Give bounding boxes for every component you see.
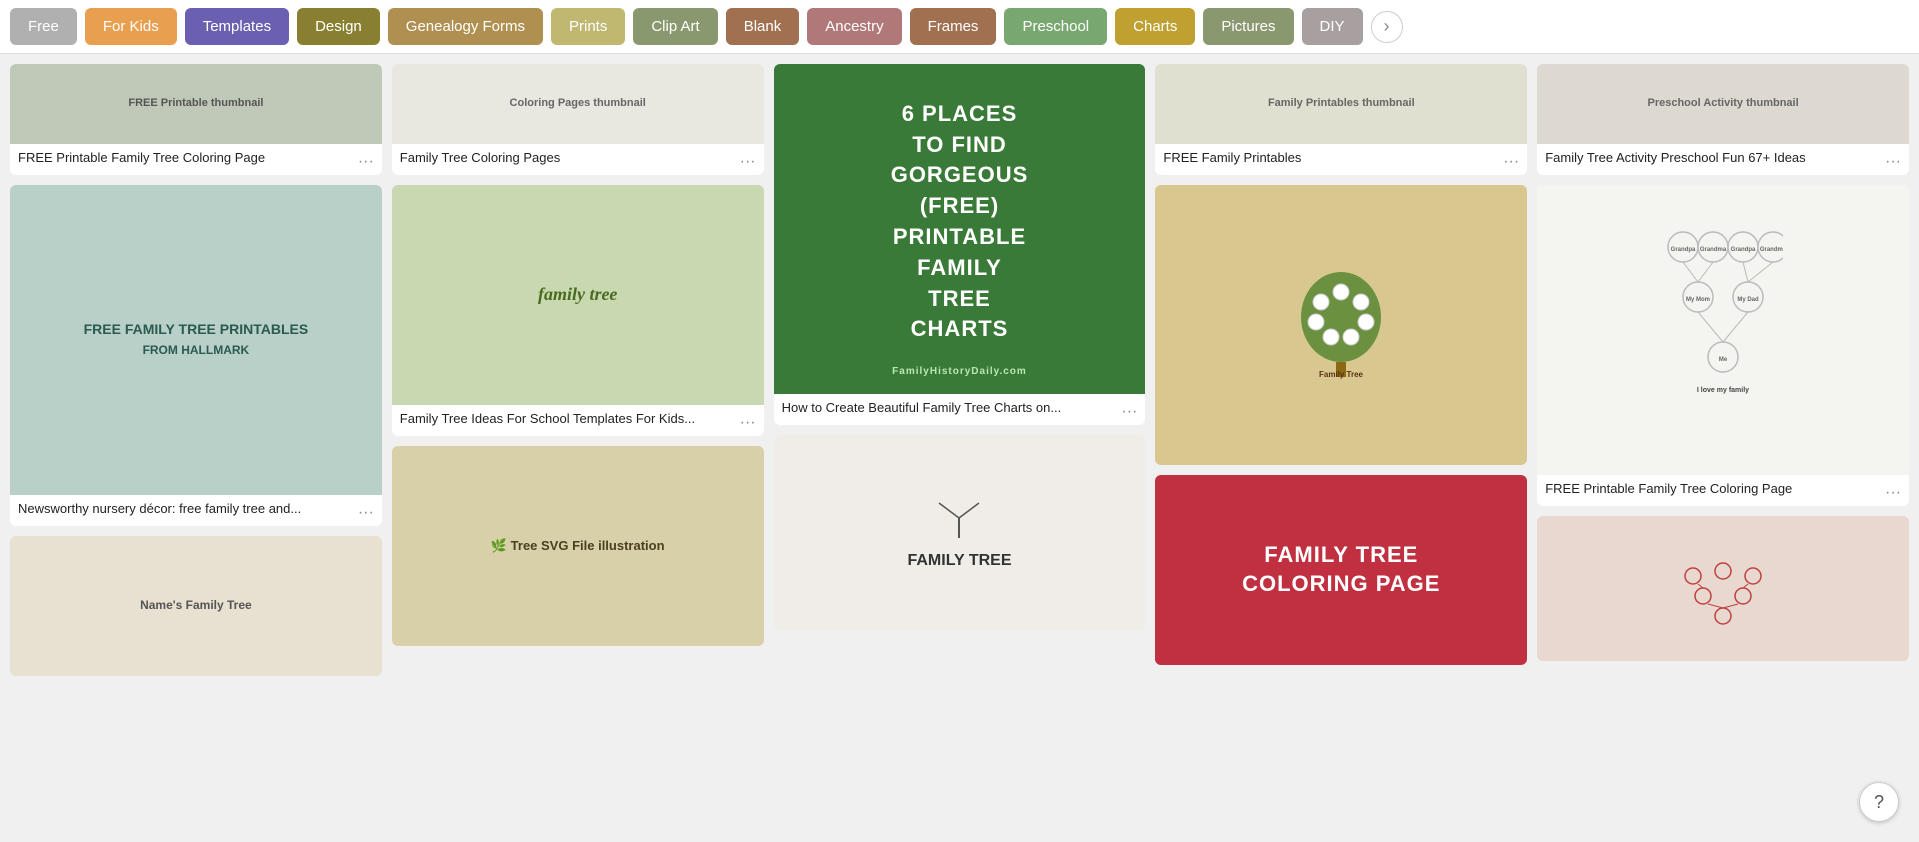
nav-next-chevron[interactable]: › xyxy=(1371,11,1403,43)
img-text-col3-item2: FAMILY TREE xyxy=(907,493,1011,573)
grid-item-col4-item1[interactable]: Family Printables thumbnail FREE Family … xyxy=(1155,64,1527,175)
site-label-col3: FamilyHistoryDaily.com xyxy=(892,365,1027,379)
nav-blank[interactable]: Blank xyxy=(726,8,800,45)
img-text-col2-item3: 🌿 Tree SVG File illustration xyxy=(491,537,665,555)
img-text-col4-item3: FAMILY TREECOLORING PAGE xyxy=(1227,526,1455,613)
nav-diy[interactable]: DIY xyxy=(1302,8,1363,45)
nav-ancestry[interactable]: Ancestry xyxy=(807,8,901,45)
img-placeholder-col4-item1: Family Printables thumbnail xyxy=(1268,96,1415,111)
dots-col4-item1[interactable]: ··· xyxy=(1503,152,1519,173)
grid-item-col1-item3[interactable]: Name's Family Tree xyxy=(10,536,382,676)
dots-col5-item2[interactable]: ··· xyxy=(1885,483,1901,504)
svg-text:Grandma: Grandma xyxy=(1700,247,1727,253)
nav-genealogy-forms[interactable]: Genealogy Forms xyxy=(388,8,543,45)
grid-item-col5-item2[interactable]: Grandpa Grandma Grandpa Grandma My Mom M… xyxy=(1537,185,1909,506)
svg-text:I love my family: I love my family xyxy=(1697,387,1749,394)
grid-item-col5-item1[interactable]: Preschool Activity thumbnail Family Tree… xyxy=(1537,64,1909,175)
grid-item-col2-item1[interactable]: Coloring Pages thumbnail Family Tree Col… xyxy=(392,64,764,175)
nav-templates[interactable]: Templates xyxy=(185,8,289,45)
grid-item-col2-item2[interactable]: family tree Family Tree Ideas For School… xyxy=(392,185,764,436)
img-text-col4-item2: Family Tree xyxy=(1281,252,1401,397)
caption-col3-item1: How to Create Beautiful Family Tree Char… xyxy=(774,394,1146,425)
image-grid: FREE Printable thumbnail FREE Printable … xyxy=(0,54,1919,686)
svg-text:My Mom: My Mom xyxy=(1686,297,1710,303)
grid-item-col4-item3[interactable]: FAMILY TREECOLORING PAGE xyxy=(1155,475,1527,665)
navigation-bar: Free For Kids Templates Design Genealogy… xyxy=(0,0,1919,54)
help-button[interactable]: ? xyxy=(1859,782,1899,822)
nav-free[interactable]: Free xyxy=(10,8,77,45)
img-text-col2-item2: family tree xyxy=(538,282,617,307)
dots-col1-item2[interactable]: ··· xyxy=(358,503,374,524)
grid-item-col1-item2[interactable]: FREE FAMILY TREE PRINTABLESFROM HALLMARK… xyxy=(10,185,382,526)
caption-col5-item1: Family Tree Activity Preschool Fun 67+ I… xyxy=(1537,144,1909,175)
nav-charts[interactable]: Charts xyxy=(1115,8,1195,45)
caption-col5-item2: FREE Printable Family Tree Coloring Page… xyxy=(1537,475,1909,506)
img-text-col5-item3 xyxy=(1673,536,1773,641)
svg-text:Grandpa: Grandpa xyxy=(1731,247,1756,253)
dots-col2-item1[interactable]: ··· xyxy=(740,152,756,173)
grid-item-col5-item3[interactable] xyxy=(1537,516,1909,661)
nav-design[interactable]: Design xyxy=(297,8,380,45)
svg-text:Me: Me xyxy=(1719,357,1728,363)
img-text-col3-item1: 6 PLACESTO FINDGORGEOUS(FREE)PRINTABLEFA… xyxy=(871,79,1049,365)
caption-col1-item1: FREE Printable Family Tree Coloring Page… xyxy=(10,144,382,175)
img-placeholder-col5-item1: Preschool Activity thumbnail xyxy=(1647,96,1798,111)
dots-col3-item1[interactable]: ··· xyxy=(1121,402,1137,423)
svg-text:Grandpa: Grandpa xyxy=(1671,247,1696,253)
caption-col2-item1: Family Tree Coloring Pages ··· xyxy=(392,144,764,175)
nav-clip-art[interactable]: Clip Art xyxy=(633,8,717,45)
grid-item-col3-item1[interactable]: 6 PLACESTO FINDGORGEOUS(FREE)PRINTABLEFA… xyxy=(774,64,1146,425)
img-text-col1-item2: FREE FAMILY TREE PRINTABLESFROM HALLMARK xyxy=(64,300,329,379)
nav-prints[interactable]: Prints xyxy=(551,8,625,45)
grid-item-col2-item3[interactable]: 🌿 Tree SVG File illustration xyxy=(392,446,764,646)
grid-item-col1-item1[interactable]: FREE Printable thumbnail FREE Printable … xyxy=(10,64,382,175)
img-placeholder-col2-item1: Coloring Pages thumbnail xyxy=(510,96,646,111)
svg-text:Family Tree: Family Tree xyxy=(1319,370,1364,379)
caption-col2-item2: Family Tree Ideas For School Templates F… xyxy=(392,405,764,436)
nav-pictures[interactable]: Pictures xyxy=(1203,8,1293,45)
dots-col2-item2[interactable]: ··· xyxy=(740,413,756,434)
svg-text:Grandma: Grandma xyxy=(1760,247,1783,253)
grid-item-col4-item2[interactable]: Family Tree xyxy=(1155,185,1527,465)
nav-preschool[interactable]: Preschool xyxy=(1004,8,1107,45)
img-placeholder-text: FREE Printable thumbnail xyxy=(128,96,263,111)
nav-frames[interactable]: Frames xyxy=(910,8,997,45)
img-text-col5-item2: Grandpa Grandma Grandpa Grandma My Mom M… xyxy=(1653,217,1793,444)
img-text-col1-item3: Name's Family Tree xyxy=(140,597,252,614)
nav-for-kids[interactable]: For Kids xyxy=(85,8,177,45)
caption-col1-item2: Newsworthy nursery décor: free family tr… xyxy=(10,495,382,526)
caption-col4-item1: FREE Family Printables ··· xyxy=(1155,144,1527,175)
dots-col5-item1[interactable]: ··· xyxy=(1885,152,1901,173)
grid-item-col3-item2[interactable]: FAMILY TREE xyxy=(774,435,1146,630)
dots-col1-item1[interactable]: ··· xyxy=(358,152,374,173)
svg-text:My Dad: My Dad xyxy=(1737,297,1759,303)
